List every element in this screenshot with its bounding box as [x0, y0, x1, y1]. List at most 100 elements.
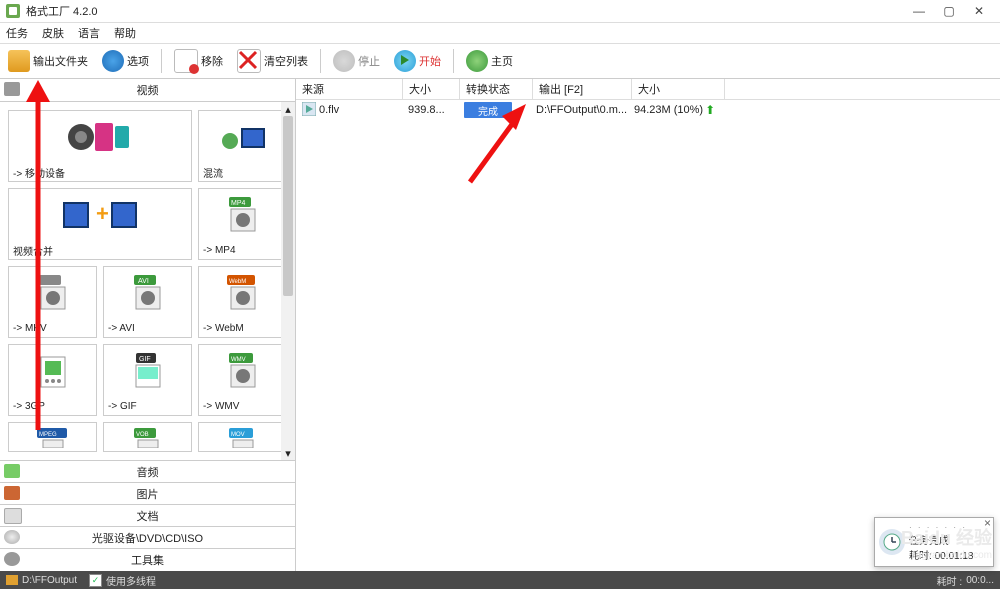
- minimize-button[interactable]: —: [904, 4, 934, 18]
- format-mobile[interactable]: -> 移动设备: [8, 110, 192, 182]
- format-wmv-label: -> WMV: [199, 397, 286, 415]
- stop-button[interactable]: 停止: [329, 48, 384, 74]
- home-label: 主页: [491, 53, 513, 69]
- stop-label: 停止: [358, 53, 380, 69]
- doc-label: 文档: [137, 508, 159, 524]
- format-3gp[interactable]: -> 3GP: [8, 344, 97, 416]
- menu-language[interactable]: 语言: [78, 25, 100, 41]
- gp3-icon: [9, 345, 96, 397]
- svg-text:WebM: WebM: [229, 279, 246, 285]
- checkbox-icon: ✓: [89, 574, 102, 587]
- toolbar-separator: [453, 49, 454, 73]
- status-badge: 完成: [464, 102, 512, 118]
- svg-text:AVI: AVI: [138, 278, 149, 285]
- format-wmv[interactable]: WMV -> WMV: [198, 344, 287, 416]
- list-header: 来源 大小 转换状态 输出 [F2] 大小: [296, 79, 1000, 100]
- window-title: 格式工厂 4.2.0: [26, 3, 904, 19]
- col-outsize[interactable]: 大小: [632, 79, 725, 99]
- svg-text:VOB: VOB: [136, 432, 149, 438]
- status-multithread[interactable]: ✓ 使用多线程: [83, 573, 162, 588]
- mkv-icon: [9, 267, 96, 319]
- doc-category-bar[interactable]: 文档: [0, 505, 295, 527]
- format-vob[interactable]: VOB: [103, 422, 192, 452]
- status-folder[interactable]: D:\FFOutput: [0, 575, 83, 586]
- image-icon: [4, 486, 20, 500]
- upload-icon: ⬆: [705, 103, 715, 117]
- music-icon: [4, 464, 20, 478]
- close-button[interactable]: ✕: [964, 4, 994, 18]
- svg-text:+: +: [96, 201, 109, 226]
- maximize-button[interactable]: ▢: [934, 4, 964, 18]
- tools-category-bar[interactable]: 工具集: [0, 549, 295, 570]
- status-folder-label: D:\FFOutput: [22, 575, 77, 586]
- menu-task[interactable]: 任务: [6, 25, 28, 41]
- svg-text:MOV: MOV: [231, 432, 245, 438]
- audio-category-bar[interactable]: 音频: [0, 461, 295, 483]
- output-size: 94.23M (10%): [634, 104, 703, 116]
- gear-icon: [4, 552, 20, 566]
- format-mix[interactable]: 混流: [198, 110, 287, 182]
- col-size[interactable]: 大小: [403, 79, 460, 99]
- start-icon: [394, 50, 416, 72]
- toolbar-separator: [161, 49, 162, 73]
- table-row[interactable]: 0.flv 939.8... 完成 D:\FFOutput\0.m... 94.…: [296, 100, 1000, 120]
- image-category-bar[interactable]: 图片: [0, 483, 295, 505]
- webm-icon: WebM: [199, 267, 286, 319]
- main-content: 视频 -> 移动设备 混流: [0, 79, 1000, 574]
- menubar: 任务 皮肤 语言 帮助: [0, 23, 1000, 44]
- format-mkv[interactable]: -> MKV: [8, 266, 97, 338]
- menu-skin[interactable]: 皮肤: [42, 25, 64, 41]
- remove-button[interactable]: 移除: [170, 47, 227, 75]
- format-webm[interactable]: WebM -> WebM: [198, 266, 287, 338]
- image-label: 图片: [137, 486, 159, 502]
- clear-list-button[interactable]: 清空列表: [233, 47, 312, 75]
- home-button[interactable]: 主页: [462, 48, 517, 74]
- format-webm-label: -> WebM: [199, 319, 286, 337]
- format-3gp-label: -> 3GP: [9, 397, 96, 415]
- menu-help[interactable]: 帮助: [114, 25, 136, 41]
- options-button[interactable]: 选项: [98, 48, 153, 74]
- left-panel: 视频 -> 移动设备 混流: [0, 79, 296, 574]
- format-avi-label: -> AVI: [104, 319, 191, 337]
- start-label: 开始: [419, 53, 441, 69]
- toast-text: · · · · · · · 任务完成 耗时: 00:01:18: [909, 523, 974, 562]
- right-panel: 来源 大小 转换状态 输出 [F2] 大小 0.flv 939.8... 完成 …: [296, 79, 1000, 574]
- file-size: 939.8...: [402, 100, 458, 120]
- svg-text:MP4: MP4: [231, 200, 246, 207]
- audio-label: 音频: [137, 464, 159, 480]
- toolbar-separator: [320, 49, 321, 73]
- format-mov[interactable]: MOV: [198, 422, 287, 452]
- format-mkv-label: -> MKV: [9, 319, 96, 337]
- folder-icon: [6, 575, 18, 585]
- col-source[interactable]: 来源: [296, 79, 403, 99]
- format-mp4-label: -> MP4: [199, 241, 286, 259]
- format-avi[interactable]: AVI -> AVI: [103, 266, 192, 338]
- output-path: D:\FFOutput\0.m...: [530, 100, 628, 120]
- file-name: 0.flv: [319, 104, 339, 116]
- file-icon: [302, 102, 316, 119]
- format-merge[interactable]: + 视频合并: [8, 188, 192, 260]
- avi-icon: AVI: [104, 267, 191, 319]
- col-output[interactable]: 输出 [F2]: [533, 79, 632, 99]
- video-label: 视频: [137, 82, 159, 98]
- toast-close-button[interactable]: ×: [984, 516, 991, 530]
- scrollbar[interactable]: ▴ ▾: [281, 102, 295, 460]
- video-category-bar[interactable]: 视频: [0, 79, 295, 102]
- format-mix-label: 混流: [199, 163, 286, 181]
- format-mobile-label: -> 移动设备: [9, 163, 191, 181]
- start-button[interactable]: 开始: [390, 48, 445, 74]
- format-gif[interactable]: GIF -> GIF: [103, 344, 192, 416]
- clock-icon: [879, 529, 905, 555]
- stop-icon: [333, 50, 355, 72]
- output-folder-button[interactable]: 输出文件夹: [4, 48, 92, 74]
- toast-title: 任务完成: [909, 532, 974, 547]
- col-state[interactable]: 转换状态: [460, 79, 533, 99]
- format-mpeg[interactable]: MPEG: [8, 422, 97, 452]
- tools-label: 工具集: [131, 552, 164, 568]
- format-grid-scroll[interactable]: -> 移动设备 混流 + 视频合并 MP4: [0, 102, 295, 461]
- disc-label: 光驱设备\DVD\CD\ISO: [92, 530, 203, 546]
- format-mp4[interactable]: MP4 -> MP4: [198, 188, 287, 260]
- disc-category-bar[interactable]: 光驱设备\DVD\CD\ISO: [0, 527, 295, 549]
- status-time: 耗时 : 00:0...: [931, 573, 1000, 588]
- status-time-value: 00:0...: [966, 575, 994, 586]
